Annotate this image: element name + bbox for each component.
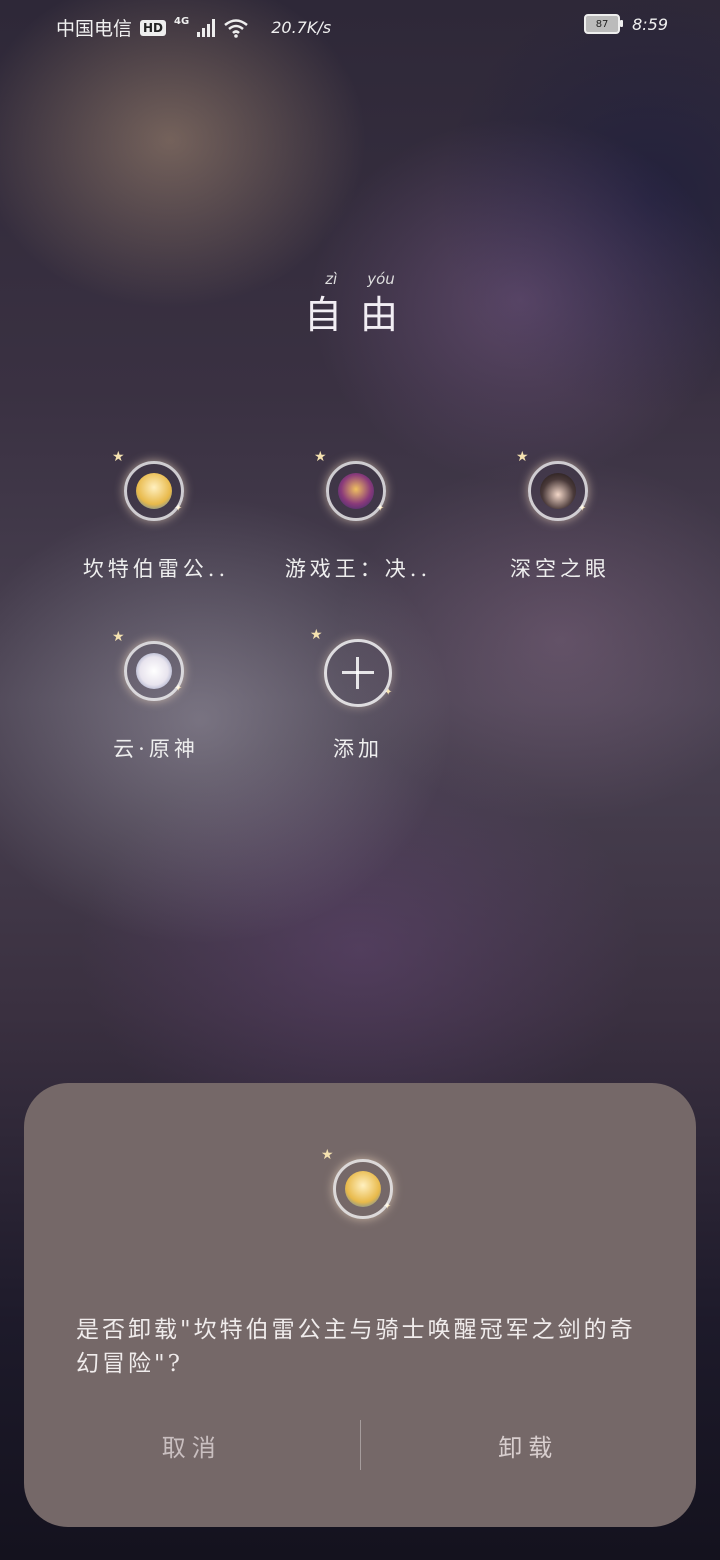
- sparkle-icon: ★: [310, 627, 323, 643]
- app-icon: ★ ✦: [314, 449, 396, 531]
- status-bar: 中国电信 HD 4G 20.7K/s 87 8:59: [0, 0, 720, 52]
- battery-level: 87: [595, 18, 609, 30]
- app-cloud-genshin[interactable]: ★ ✦ 云·原神: [56, 629, 256, 763]
- duelist-icon: [338, 473, 374, 509]
- status-right: 87 8:59: [584, 14, 668, 34]
- folder-title-text: 自由: [303, 293, 416, 337]
- wifi-icon: [224, 18, 248, 38]
- app-yugioh[interactable]: ★ ✦ 游戏王：决..: [258, 449, 458, 583]
- paimon-icon: [136, 653, 172, 689]
- app-eye-of-deep-space[interactable]: ★ ✦ 深空之眼: [460, 449, 660, 583]
- dark-hair-girl-icon: [540, 473, 576, 509]
- blonde-hero-icon: [345, 1171, 381, 1207]
- clock: 8:59: [632, 14, 668, 34]
- app-icon: ★ ✦: [516, 449, 598, 531]
- app-icon: ★ ✦: [310, 627, 396, 711]
- app-icon: ★ ✦: [112, 449, 194, 531]
- app-label: 添加: [333, 737, 383, 761]
- sparkle-icon: ★: [516, 449, 529, 465]
- add-app-button[interactable]: ★ ✦ 添加: [258, 627, 458, 763]
- sparkle-icon: ★: [112, 449, 125, 465]
- hd-icon: HD: [140, 19, 167, 36]
- add-icon: [324, 639, 392, 707]
- battery-icon: 87: [584, 14, 624, 34]
- app-label: 游戏王：决..: [284, 557, 432, 581]
- sparkle-icon: ★: [321, 1147, 334, 1163]
- app-canterbury[interactable]: ★ ✦ 坎特伯雷公..: [56, 449, 256, 583]
- app-icon: ★ ✦: [112, 629, 194, 711]
- app-label: 坎特伯雷公..: [82, 557, 230, 581]
- dialog-buttons: 取消 卸载: [24, 1415, 696, 1475]
- network-speed: 20.7K/s: [271, 18, 332, 37]
- network-type: 4G: [174, 16, 190, 27]
- app-label: 深空之眼: [510, 557, 610, 581]
- dialog-message: 是否卸载"坎特伯雷公主与骑士唤醒冠军之剑的奇幻冒险"?: [76, 1317, 636, 1377]
- sparkle-icon: ★: [112, 629, 125, 645]
- uninstall-button[interactable]: 卸载: [361, 1428, 697, 1463]
- cancel-button[interactable]: 取消: [24, 1428, 360, 1463]
- status-left: 中国电信 HD 4G 20.7K/s: [56, 14, 331, 41]
- signal-icon: [197, 18, 216, 37]
- carrier-name: 中国电信: [56, 18, 133, 40]
- dialog-app-icon: ★ ✦: [321, 1147, 403, 1229]
- blonde-hero-icon: [136, 473, 172, 509]
- sparkle-icon: ★: [314, 449, 327, 465]
- folder-title[interactable]: zì yóu 自由: [0, 270, 720, 339]
- app-label: 云·原神: [113, 737, 199, 761]
- uninstall-dialog: ★ ✦ 是否卸载"坎特伯雷公主与骑士唤醒冠军之剑的奇幻冒险"? 取消 卸载: [24, 1083, 696, 1527]
